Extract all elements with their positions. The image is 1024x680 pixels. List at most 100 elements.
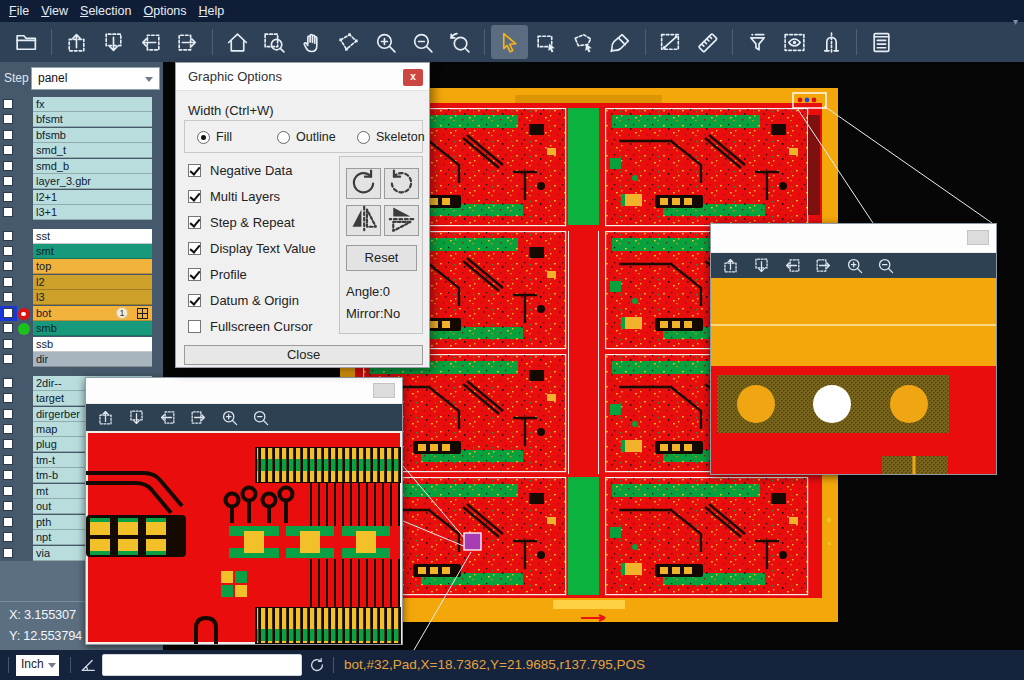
layer-name[interactable]: bfsmt [33, 112, 152, 127]
layer-visibility-checkbox[interactable] [3, 192, 13, 202]
toolbar-pan-hand-button[interactable] [293, 25, 330, 59]
radio-outline[interactable]: Outline [277, 130, 336, 144]
layer-name[interactable]: ssb [33, 337, 152, 352]
layer-visibility-checkbox[interactable] [3, 486, 13, 496]
toolbar-ruler-button[interactable] [689, 25, 726, 59]
layer-row-dir[interactable]: dir [0, 352, 163, 367]
toolbar-select-arrow-button[interactable] [491, 25, 528, 59]
layer-name[interactable]: sst [33, 229, 152, 244]
layer-visibility-checkbox[interactable] [3, 439, 13, 449]
layer-row-smd_t[interactable]: smd_t [0, 143, 163, 158]
layer-name[interactable]: smt [33, 244, 152, 259]
window-button[interactable] [967, 230, 989, 245]
layer-visibility-checkbox[interactable] [3, 130, 13, 140]
layer-visibility-checkbox[interactable] [3, 424, 13, 434]
layer-visibility-checkbox[interactable] [3, 393, 13, 403]
toolbar-zoom-out-button[interactable] [404, 25, 441, 59]
layer-visibility-checkbox[interactable] [3, 455, 13, 465]
toolbar-overflow-chevron[interactable]: ▾ [1013, 16, 1018, 27]
window-zoom-out-button[interactable] [245, 406, 276, 430]
angle-measure-icon[interactable] [78, 655, 98, 675]
layer-row-bot[interactable]: bot1 [0, 306, 163, 321]
layer-visibility-checkbox[interactable] [3, 99, 13, 109]
window-move-left-button[interactable] [777, 254, 808, 278]
unit-select[interactable]: Inch [16, 655, 59, 676]
refresh-icon[interactable] [307, 655, 327, 675]
layer-visibility-checkbox[interactable] [3, 532, 13, 542]
menu-options[interactable]: Options [142, 4, 197, 18]
layer-row-l3[interactable]: l3 [0, 290, 163, 305]
layer-visibility-checkbox[interactable] [3, 114, 13, 124]
layer-name[interactable]: l3+1 [33, 205, 152, 220]
zoom-preview-window-right[interactable] [710, 223, 997, 475]
window-button[interactable] [373, 383, 395, 398]
layer-visibility-checkbox[interactable] [3, 517, 13, 527]
layer-visibility-checkbox[interactable] [3, 308, 13, 318]
window-move-right-button[interactable] [183, 406, 214, 430]
toolbar-zoom-previous-button[interactable] [441, 25, 478, 59]
toolbar-brush-button[interactable] [602, 25, 639, 59]
zoom-preview-window-left[interactable] [85, 377, 403, 645]
checkbox-fullscreen-cursor[interactable]: Fullscreen Cursor [188, 319, 313, 334]
layer-visibility-checkbox[interactable] [3, 145, 13, 155]
toolbar-move-left-button[interactable] [132, 25, 169, 59]
checkbox-datum-origin[interactable]: Datum & Origin [188, 293, 299, 308]
layer-visibility-checkbox[interactable] [3, 161, 13, 171]
layer-name[interactable]: top [33, 259, 152, 274]
window-titlebar[interactable] [711, 224, 996, 253]
checkbox-display-text-value[interactable]: Display Text Value [188, 241, 316, 256]
menu-selection[interactable]: Selection [79, 4, 142, 18]
layer-visibility-checkbox[interactable] [3, 277, 13, 287]
command-input[interactable] [102, 654, 302, 676]
toolbar-zoom-polygon-button[interactable] [330, 25, 367, 59]
toolbar-view-area-button[interactable] [776, 25, 813, 59]
layer-row-sst[interactable]: sst [0, 229, 163, 244]
layer-visibility-checkbox[interactable] [3, 261, 13, 271]
checkbox-step-repeat[interactable]: Step & Repeat [188, 215, 295, 230]
graphic-options-dialog[interactable]: Graphic Options x Width (Ctrl+W) FillOut… [175, 62, 430, 368]
toolbar-report-button[interactable] [863, 25, 900, 59]
layer-visibility-checkbox[interactable] [3, 354, 13, 364]
rotate-ccw-button[interactable] [384, 168, 419, 199]
rotate-cw-button[interactable] [346, 168, 381, 199]
window-move-left-button[interactable] [152, 406, 183, 430]
mirror-horizontal-button[interactable] [346, 205, 381, 236]
layer-name[interactable]: smd_t [33, 143, 152, 158]
toolbar-select-polygon-button[interactable] [565, 25, 602, 59]
layer-visibility-checkbox[interactable] [3, 501, 13, 511]
window-move-down-button[interactable] [121, 406, 152, 430]
window-zoom-in-button[interactable] [214, 406, 245, 430]
close-icon[interactable]: x [403, 69, 423, 86]
layer-visibility-checkbox[interactable] [3, 176, 13, 186]
layer-name[interactable]: l2 [33, 275, 152, 290]
radio-skeleton[interactable]: Skeleton [357, 130, 425, 144]
layer-name[interactable]: layer_3.gbr [33, 174, 152, 189]
layer-row-bfsmb[interactable]: bfsmb [0, 128, 163, 143]
close-button[interactable]: Close [184, 345, 423, 365]
layer-name[interactable]: dir [33, 352, 152, 367]
toolbar-snap-button[interactable] [813, 25, 850, 59]
window-zoom-in-button[interactable] [839, 254, 870, 278]
layer-name[interactable]: bot1 [33, 306, 152, 321]
layer-visibility-checkbox[interactable] [3, 323, 13, 333]
layer-name[interactable]: fx [33, 97, 152, 112]
layer-visibility-checkbox[interactable] [3, 207, 13, 217]
toolbar-move-down-button[interactable] [95, 25, 132, 59]
menu-file[interactable]: File [8, 4, 40, 18]
layer-name[interactable]: smb [33, 321, 152, 336]
layer-visibility-checkbox[interactable] [3, 339, 13, 349]
checkbox-multi-layers[interactable]: Multi Layers [188, 189, 280, 204]
layer-name[interactable]: l3 [33, 290, 152, 305]
toolbar-zoom-area-button[interactable] [256, 25, 293, 59]
menu-help[interactable]: Help [198, 4, 236, 18]
layer-row-fx[interactable]: fx [0, 97, 163, 112]
toolbar-home-button[interactable] [219, 25, 256, 59]
layer-row-bfsmt[interactable]: bfsmt [0, 112, 163, 127]
layer-row-smd_b[interactable]: smd_b [0, 159, 163, 174]
layer-visibility-checkbox[interactable] [3, 409, 13, 419]
checkbox-negative-data[interactable]: Negative Data [188, 163, 292, 178]
window-move-up-button[interactable] [715, 254, 746, 278]
step-select[interactable]: panel [31, 67, 160, 90]
layer-visibility-checkbox[interactable] [3, 246, 13, 256]
window-move-up-button[interactable] [90, 406, 121, 430]
